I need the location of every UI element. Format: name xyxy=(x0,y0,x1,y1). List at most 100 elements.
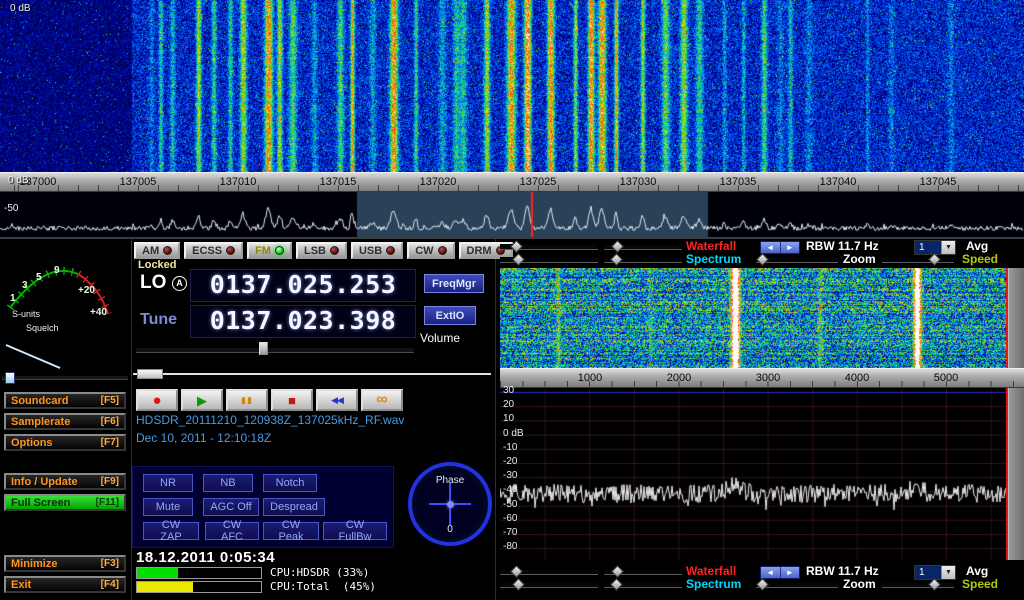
record-icon: ● xyxy=(152,393,161,408)
slider-thumb[interactable] xyxy=(512,578,525,591)
tune-scrollbar[interactable] xyxy=(133,367,491,381)
rf-spectrum-display[interactable] xyxy=(0,192,1024,237)
s-meter-tick-label: 5 xyxy=(36,272,42,283)
spectrum-contrast-slider-top[interactable] xyxy=(604,257,682,263)
s-meter-tick-label: +40 xyxy=(90,307,107,318)
cw-peak-button[interactable]: CW Peak xyxy=(263,522,319,540)
am-led-icon xyxy=(163,246,172,255)
loop-button[interactable]: ∞ xyxy=(361,389,403,411)
slider-thumb[interactable] xyxy=(510,240,523,253)
cw-afc-button[interactable]: CW AFC xyxy=(205,522,259,540)
af-db-tick: 20 xyxy=(503,399,514,410)
play-button[interactable]: ▶ xyxy=(181,389,223,411)
squelch-slider-groove xyxy=(2,376,128,380)
rbw-decrease-icon[interactable]: ◄ xyxy=(761,242,781,253)
waterfall-contrast-slider-top[interactable] xyxy=(604,244,682,250)
spectrum-brightness-slider-top[interactable] xyxy=(500,257,598,263)
exit-button[interactable]: Exit [F4] xyxy=(4,576,126,593)
slider-thumb[interactable] xyxy=(512,253,525,266)
cpu-total-fill xyxy=(137,582,193,592)
volume-slider-thumb[interactable] xyxy=(259,342,268,355)
af-spectrum-display[interactable] xyxy=(500,388,1008,560)
rewind-button[interactable]: ◀◀ xyxy=(316,389,358,411)
column-divider-right xyxy=(495,239,496,600)
rf-waterfall-display[interactable] xyxy=(0,0,1024,172)
rf-freq-tick: 137005 xyxy=(120,176,157,188)
af-frequency-ruler[interactable]: 1000 2000 3000 4000 5000 xyxy=(500,368,1024,388)
af-db-tick: -70 xyxy=(503,527,517,538)
waterfall-contrast-slider-bottom[interactable] xyxy=(604,569,682,575)
rbw-increase-icon[interactable]: ► xyxy=(781,567,800,578)
cw-fullbw-button[interactable]: CW FullBw xyxy=(323,522,387,540)
waterfall-brightness-slider-bottom[interactable] xyxy=(500,569,598,575)
speed-slider-top[interactable] xyxy=(882,257,954,263)
mute-button[interactable]: Mute xyxy=(143,498,193,516)
zoom-slider-top[interactable] xyxy=(756,257,838,263)
soundcard-label: Soundcard xyxy=(11,395,68,407)
slider-thumb[interactable] xyxy=(610,253,623,266)
stop-button[interactable]: ■ xyxy=(271,389,313,411)
spectrum-toggle-top[interactable]: Spectrum xyxy=(686,253,741,266)
slider-thumb[interactable] xyxy=(756,578,769,591)
s-meter: 1 3 5 9 +20 +40 S-units Squelch xyxy=(2,240,130,370)
despread-button[interactable]: Despread xyxy=(263,498,325,516)
af-db-tick: -50 xyxy=(503,499,517,510)
minimize-button[interactable]: Minimize [F3] xyxy=(4,555,126,572)
fullscreen-button[interactable]: Full Screen [F11] xyxy=(4,494,126,511)
af-waterfall-display[interactable] xyxy=(500,268,1008,368)
info-update-button[interactable]: Info / Update [F9] xyxy=(4,473,126,490)
freqmgr-button[interactable]: FreqMgr xyxy=(424,274,484,293)
mode-button-row: AM ECSS FM LSB USB CW DRM xyxy=(134,242,513,259)
mode-fm-button[interactable]: FM xyxy=(247,242,292,259)
mode-cw-button[interactable]: CW xyxy=(407,242,454,259)
soundcard-button[interactable]: Soundcard [F5] xyxy=(4,392,126,409)
rf-frequency-ruler[interactable]: 137000 137005 137010 137015 137020 13702… xyxy=(0,172,1024,192)
zoom-slider-bottom[interactable] xyxy=(756,582,838,588)
soundcard-key: [F5] xyxy=(101,395,119,406)
nr-button[interactable]: NR xyxy=(143,474,193,492)
tune-scrollbar-groove xyxy=(133,373,491,375)
spectrum-contrast-slider-bottom[interactable] xyxy=(604,582,682,588)
speed-slider-bottom[interactable] xyxy=(882,582,954,588)
options-button[interactable]: Options [F7] xyxy=(4,434,126,451)
record-button[interactable]: ● xyxy=(136,389,178,411)
pause-button[interactable]: ▮▮ xyxy=(226,389,268,411)
nb-button[interactable]: NB xyxy=(203,474,253,492)
slider-thumb[interactable] xyxy=(756,253,769,266)
notch-button[interactable]: Notch xyxy=(263,474,317,492)
mode-fm-label: FM xyxy=(255,245,271,257)
spectrum-brightness-slider-bottom[interactable] xyxy=(500,582,598,588)
tune-frequency-display[interactable]: 0137.023.398 xyxy=(190,305,416,338)
tune-scrollbar-thumb[interactable] xyxy=(137,369,163,379)
mode-lsb-button[interactable]: LSB xyxy=(296,242,347,259)
lo-lock-badge[interactable]: A xyxy=(172,276,187,291)
mode-ecss-button[interactable]: ECSS xyxy=(184,242,243,259)
squelch-slider-thumb[interactable] xyxy=(5,372,15,384)
speed-label-top: Speed xyxy=(962,253,998,266)
slider-thumb[interactable] xyxy=(611,240,624,253)
locked-indicator[interactable]: Locked xyxy=(138,259,177,271)
mode-am-button[interactable]: AM xyxy=(134,242,180,259)
cpu-hdsdr-bar xyxy=(136,567,262,579)
slider-thumb[interactable] xyxy=(510,565,523,578)
cw-zap-button[interactable]: CW ZAP xyxy=(143,522,199,540)
squelch-label: Squelch xyxy=(26,323,59,333)
lo-frequency-display[interactable]: 0137.025.253 xyxy=(190,269,416,302)
slider-thumb[interactable] xyxy=(928,578,941,591)
slider-thumb[interactable] xyxy=(610,578,623,591)
rbw-decrease-icon[interactable]: ◄ xyxy=(761,567,781,578)
rbw-increase-icon[interactable]: ► xyxy=(781,242,800,253)
squelch-slider[interactable] xyxy=(2,372,128,383)
extio-button[interactable]: ExtIO xyxy=(424,306,476,325)
mode-usb-button[interactable]: USB xyxy=(351,242,403,259)
samplerate-button[interactable]: Samplerate [F6] xyxy=(4,413,126,430)
slider-thumb[interactable] xyxy=(611,565,624,578)
af-db-tick: 10 xyxy=(503,413,514,424)
fullscreen-label: Full Screen xyxy=(11,497,70,509)
spectrum-toggle-bottom[interactable]: Spectrum xyxy=(686,578,741,591)
agc-button[interactable]: AGC Off xyxy=(203,498,259,516)
cpu-total-bar xyxy=(136,581,262,593)
slider-thumb[interactable] xyxy=(928,253,941,266)
volume-slider[interactable] xyxy=(136,342,414,355)
waterfall-brightness-slider-top[interactable] xyxy=(500,244,598,250)
